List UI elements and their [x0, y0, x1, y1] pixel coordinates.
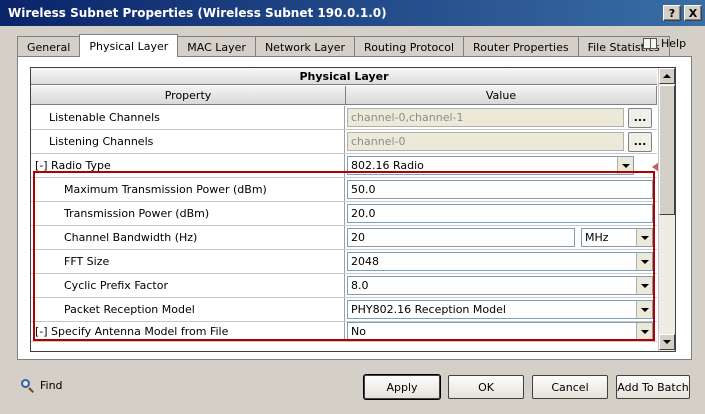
table-row: Channel Bandwidth (Hz) 20 MHz: [31, 226, 657, 250]
listening-channels-field: channel-0: [347, 132, 624, 151]
cyclic-prefix-select[interactable]: 8.0: [347, 276, 653, 295]
tab-strip: General Physical Layer MAC Layer Network…: [17, 34, 670, 57]
find-link[interactable]: Find: [20, 378, 63, 393]
table-row: Cyclic Prefix Factor 8.0: [31, 274, 657, 298]
table-row: FFT Size 2048: [31, 250, 657, 274]
column-header-value[interactable]: Value: [346, 86, 657, 105]
apply-button[interactable]: Apply: [364, 375, 440, 399]
cancel-button[interactable]: Cancel: [532, 375, 608, 399]
help-label: Help: [661, 37, 687, 50]
help-title-button[interactable]: ?: [663, 5, 681, 21]
listening-channels-browse-button[interactable]: ...: [628, 131, 652, 152]
tab-mac-layer[interactable]: MAC Layer: [177, 36, 256, 57]
tab-routing-protocol[interactable]: Routing Protocol: [354, 36, 465, 57]
chevron-down-icon[interactable]: [636, 229, 652, 246]
table-row: Listenable Channels channel-0,channel-1 …: [31, 106, 657, 130]
radio-type-value: 802.16 Radio: [351, 159, 424, 172]
property-label: Cyclic Prefix Factor: [31, 274, 345, 297]
property-label[interactable]: [-] Radio Type: [31, 154, 345, 177]
table-row: Maximum Transmission Power (dBm) 50.0: [31, 178, 657, 202]
listenable-channels-browse-button[interactable]: ...: [628, 107, 652, 128]
table-row: [-] Radio Type 802.16 Radio: [31, 154, 659, 178]
cyclic-prefix-value: 8.0: [351, 279, 369, 292]
property-label[interactable]: [-] Specify Antenna Model from File: [31, 322, 345, 341]
grid-rows: Listenable Channels channel-0,channel-1 …: [31, 106, 659, 342]
fft-size-value: 2048: [351, 255, 379, 268]
property-label: Listenable Channels: [31, 106, 345, 129]
add-to-batch-button[interactable]: Add To Batch: [616, 375, 690, 399]
antenna-model-select[interactable]: No: [347, 322, 653, 341]
scroll-down-button[interactable]: [659, 334, 675, 350]
property-label: Transmission Power (dBm): [31, 202, 345, 225]
grid-header: Property Value: [31, 86, 657, 105]
property-label: Packet Reception Model: [31, 298, 345, 321]
magnifier-icon: [20, 378, 35, 393]
property-grid: Physical Layer Property Value Listenable…: [30, 67, 676, 352]
ok-button[interactable]: OK: [448, 375, 524, 399]
scroll-thumb[interactable]: [659, 85, 675, 215]
chevron-down-icon[interactable]: [636, 301, 652, 318]
help-link[interactable]: Help: [643, 37, 686, 50]
tab-physical-layer[interactable]: Physical Layer: [79, 34, 179, 57]
max-transmission-power-input[interactable]: 50.0: [347, 180, 653, 199]
radio-type-select[interactable]: 802.16 Radio: [347, 156, 634, 175]
fft-size-select[interactable]: 2048: [347, 252, 653, 271]
tab-network-layer[interactable]: Network Layer: [254, 36, 356, 57]
scroll-up-button[interactable]: [659, 68, 675, 84]
property-label: Listening Channels: [31, 130, 345, 153]
tab-panel: Physical Layer Property Value Listenable…: [17, 56, 692, 360]
bandwidth-unit-value: MHz: [585, 231, 609, 244]
table-row: Transmission Power (dBm) 20.0: [31, 202, 657, 226]
vertical-scrollbar[interactable]: [658, 68, 675, 351]
transmission-power-input[interactable]: 20.0: [347, 204, 653, 223]
table-row: Packet Reception Model PHY802.16 Recepti…: [31, 298, 657, 322]
window-title: Wireless Subnet Properties (Wireless Sub…: [8, 6, 387, 20]
close-button[interactable]: X: [684, 5, 702, 21]
book-icon: [643, 38, 657, 49]
chevron-down-icon[interactable]: [636, 253, 652, 270]
channel-bandwidth-input[interactable]: 20: [347, 228, 575, 247]
property-label: Channel Bandwidth (Hz): [31, 226, 345, 249]
bandwidth-unit-select[interactable]: MHz: [581, 228, 653, 247]
listenable-channels-field: channel-0,channel-1: [347, 108, 624, 127]
grid-title: Physical Layer: [31, 68, 657, 85]
chevron-down-icon[interactable]: [636, 323, 652, 340]
column-header-property[interactable]: Property: [31, 86, 346, 105]
find-label: Find: [40, 379, 63, 392]
antenna-model-value: No: [351, 325, 366, 338]
chevron-down-icon[interactable]: [636, 277, 652, 294]
chevron-down-icon[interactable]: [617, 157, 633, 174]
property-label: FFT Size: [31, 250, 345, 273]
tab-general[interactable]: General: [17, 36, 81, 57]
tab-router-properties[interactable]: Router Properties: [463, 36, 579, 57]
packet-reception-model-value: PHY802.16 Reception Model: [351, 303, 506, 316]
table-row: Listening Channels channel-0 ...: [31, 130, 657, 154]
packet-reception-model-select[interactable]: PHY802.16 Reception Model: [347, 300, 653, 319]
property-label: Maximum Transmission Power (dBm): [31, 178, 345, 201]
title-bar: Wireless Subnet Properties (Wireless Sub…: [0, 0, 705, 26]
table-row: [-] Specify Antenna Model from File No: [31, 322, 657, 342]
